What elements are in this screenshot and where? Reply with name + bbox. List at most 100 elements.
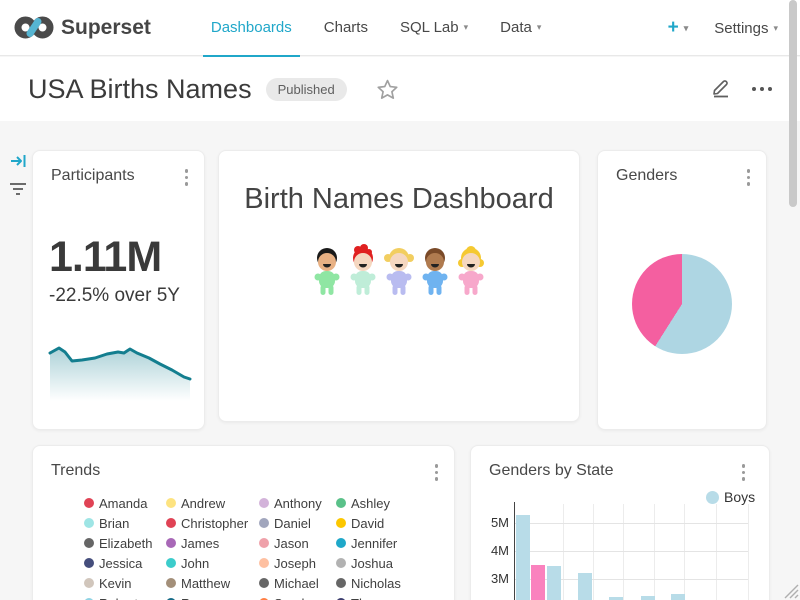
nav-item-sql-lab[interactable]: SQL Lab▾: [392, 0, 476, 56]
legend-label: Robert: [99, 596, 138, 600]
chart-title: Genders: [616, 167, 677, 185]
nav-item-dashboards[interactable]: Dashboards: [203, 0, 300, 56]
legend-dot-icon: [84, 518, 94, 528]
legend-label: Matthew: [181, 576, 230, 591]
legend-label: Christopher: [181, 516, 248, 531]
legend-item-john[interactable]: John: [166, 553, 259, 573]
chart-title: Participants: [51, 167, 135, 185]
markdown-heading: Birth Names Dashboard: [219, 183, 579, 216]
vertical-scrollbar[interactable]: [789, 0, 797, 207]
legend-label: Jessica: [99, 556, 142, 571]
chevron-down-icon: ▾: [773, 23, 778, 34]
children-illustration: [309, 241, 489, 302]
chart-card-genders: Genders: [597, 150, 767, 430]
gridline: [515, 523, 748, 524]
chart-menu-icon[interactable]: [435, 464, 439, 481]
chevron-down-icon: ▾: [684, 23, 689, 34]
filter-list-icon[interactable]: [8, 181, 28, 197]
legend-item-andrew[interactable]: Andrew: [166, 493, 259, 513]
legend-item-david[interactable]: David: [336, 513, 401, 533]
genders-pie-chart: [632, 254, 732, 354]
trends-legend: Amanda Andrew AnthonyAshley Brian Christophe…: [84, 493, 401, 600]
legend-item-christopher[interactable]: Christopher: [166, 513, 259, 533]
legend-item-elizabeth[interactable]: Elizabeth: [84, 533, 166, 553]
chart-card-genders-by-state: Genders by State Boys5M4M3M: [470, 445, 770, 600]
legend-item-jessica[interactable]: Jessica: [84, 553, 166, 573]
gridline: [716, 504, 717, 600]
legend-item-boys[interactable]: Boys: [706, 489, 755, 505]
legend-dot-icon: [336, 558, 346, 568]
legend-item-matthew[interactable]: Matthew: [166, 573, 259, 593]
add-new-button[interactable]: + ▾: [668, 17, 689, 39]
edit-pencil-icon[interactable]: [710, 76, 732, 103]
legend-dot-icon: [166, 498, 176, 508]
legend-dot-icon: [166, 558, 176, 568]
superset-logo-icon: [14, 14, 54, 41]
legend-item-kevin[interactable]: Kevin: [84, 573, 166, 593]
settings-menu[interactable]: Settings ▾: [714, 20, 778, 37]
legend-dot-icon: [166, 518, 176, 528]
legend-label: Sarah: [274, 596, 309, 600]
legend-dot-icon: [166, 578, 176, 588]
legend-item-thomas[interactable]: Thomas: [336, 593, 401, 600]
legend-item-joshua[interactable]: Joshua: [336, 553, 401, 573]
published-badge[interactable]: Published: [266, 78, 347, 101]
legend-label: Joseph: [274, 556, 316, 571]
legend-item-james[interactable]: James: [166, 533, 259, 553]
participants-sparkline-chart: [48, 331, 192, 406]
legend-label: Amanda: [99, 496, 147, 511]
legend-item-brian[interactable]: Brian: [84, 513, 166, 533]
legend-item-sarah[interactable]: Sarah: [259, 593, 336, 600]
y-axis-tick-label: 3M: [483, 571, 509, 586]
legend-label: Brian: [99, 516, 129, 531]
legend-dot-icon: [84, 578, 94, 588]
chart-menu-icon[interactable]: [185, 169, 189, 186]
legend-item-anthony[interactable]: Anthony: [259, 493, 336, 513]
nav-item-charts[interactable]: Charts: [316, 0, 376, 56]
legend-dot-icon: [166, 538, 176, 548]
bar: [578, 573, 592, 600]
y-axis-line: [514, 502, 515, 600]
legend-label: Ryan: [181, 596, 211, 600]
expand-filter-bar-icon[interactable]: [10, 152, 28, 170]
legend-dot-icon: [259, 498, 269, 508]
more-actions-icon[interactable]: [752, 87, 772, 91]
nav-item-label: Dashboards: [211, 19, 292, 36]
chart-card-participants: Participants 1.11M -22.5% over 5Y: [32, 150, 205, 430]
favorite-star-icon[interactable]: [377, 79, 398, 100]
legend-item-michael[interactable]: Michael: [259, 573, 336, 593]
legend-item-daniel[interactable]: Daniel: [259, 513, 336, 533]
chart-menu-icon[interactable]: [747, 169, 751, 186]
legend-label: Joshua: [351, 556, 393, 571]
resize-handle-icon[interactable]: [781, 581, 799, 599]
bar: [531, 565, 545, 600]
legend-dot-icon: [259, 578, 269, 588]
nav-item-label: Charts: [324, 19, 368, 36]
legend-label: John: [181, 556, 209, 571]
legend-dot-icon: [84, 538, 94, 548]
legend-label: Andrew: [181, 496, 225, 511]
legend-item-joseph[interactable]: Joseph: [259, 553, 336, 573]
legend-dot-icon: [336, 538, 346, 548]
gridline: [593, 504, 594, 600]
legend-label: Kevin: [99, 576, 132, 591]
legend-label: Nicholas: [351, 576, 401, 591]
nav-item-data[interactable]: Data▾: [492, 0, 549, 56]
markdown-card: Birth Names Dashboard: [218, 150, 580, 422]
dashboard-header: USA Births Names Published: [0, 57, 800, 121]
legend-dot-icon: [336, 498, 346, 508]
legend-item-ashley[interactable]: Ashley: [336, 493, 401, 513]
legend-item-jennifer[interactable]: Jennifer: [336, 533, 401, 553]
legend-item-jason[interactable]: Jason: [259, 533, 336, 553]
settings-label: Settings: [714, 20, 768, 37]
legend-item-robert[interactable]: Robert: [84, 593, 166, 600]
legend-label: Daniel: [274, 516, 311, 531]
nav-item-label: SQL Lab: [400, 19, 459, 36]
legend-item-amanda[interactable]: Amanda: [84, 493, 166, 513]
legend-item-nicholas[interactable]: Nicholas: [336, 573, 401, 593]
gridline: [748, 504, 749, 600]
legend-item-ryan[interactable]: Ryan: [166, 593, 259, 600]
brand[interactable]: Superset: [14, 14, 151, 41]
bar: [547, 566, 561, 600]
chevron-down-icon: ▾: [537, 22, 542, 33]
